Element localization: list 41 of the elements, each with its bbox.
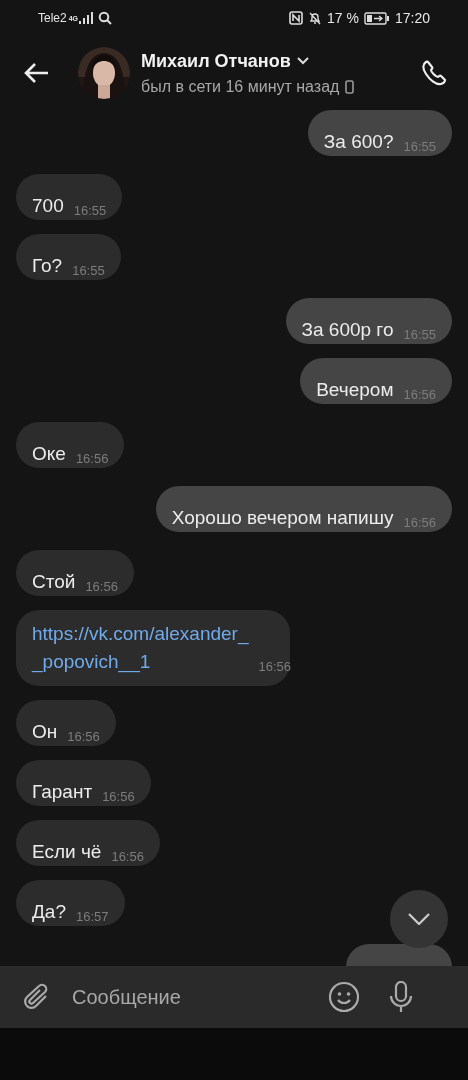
message-text: Стой xyxy=(32,569,76,594)
message-time: 16:56 xyxy=(257,657,292,676)
message-time: 16:56 xyxy=(75,449,109,468)
search-icon xyxy=(97,11,112,25)
message-text: Гарант xyxy=(32,779,93,804)
emoji-icon[interactable] xyxy=(328,981,360,1013)
message-text: За 600р го xyxy=(301,317,394,342)
battery-percent: 17 % xyxy=(327,8,359,28)
contact-name[interactable]: Михаил Отчанов xyxy=(141,47,291,75)
muted-bell-icon xyxy=(308,11,323,25)
chevron-down-icon xyxy=(296,57,309,65)
signal-icon xyxy=(78,12,93,24)
message-time: 16:56 xyxy=(111,847,144,866)
message-time: 16:56 xyxy=(67,727,100,746)
carrier-name: Tele2 xyxy=(38,10,67,27)
message-text: Он xyxy=(32,719,58,744)
message-text: За 600? xyxy=(323,129,394,154)
phone-icon xyxy=(420,59,448,87)
message-text: Оке xyxy=(32,441,66,466)
last-seen-status: был в сети 16 минут назад xyxy=(141,76,340,97)
nfc-icon xyxy=(289,11,304,25)
message-time: 16:57 xyxy=(76,907,109,926)
microphone-icon[interactable] xyxy=(388,981,414,1013)
phone-device-icon xyxy=(345,79,355,94)
message-text: Если чё xyxy=(32,839,102,864)
message-text: Вечером xyxy=(316,377,394,402)
message-text: Да? xyxy=(32,899,66,924)
message-time: 16:55 xyxy=(72,261,105,280)
message-text: Го? xyxy=(32,253,63,278)
battery-icon xyxy=(363,11,390,25)
message-text: 700 xyxy=(32,193,64,218)
message-text: Хорошо вечером напишу xyxy=(171,505,394,530)
message-input-field[interactable]: Сообщение xyxy=(72,982,322,1012)
chevron-down-icon xyxy=(408,913,430,925)
clock-time: 17:20 xyxy=(394,8,430,28)
message-link[interactable]: https://vk.com/alexander_ _popovich__1 xyxy=(32,620,249,676)
message-input-bar[interactable]: Сообщение xyxy=(0,966,468,1028)
message-time: 16:56 xyxy=(102,787,135,806)
message-time: 16:55 xyxy=(73,201,107,220)
message-time: 16:56 xyxy=(85,577,118,596)
back-arrow-icon xyxy=(23,62,49,84)
